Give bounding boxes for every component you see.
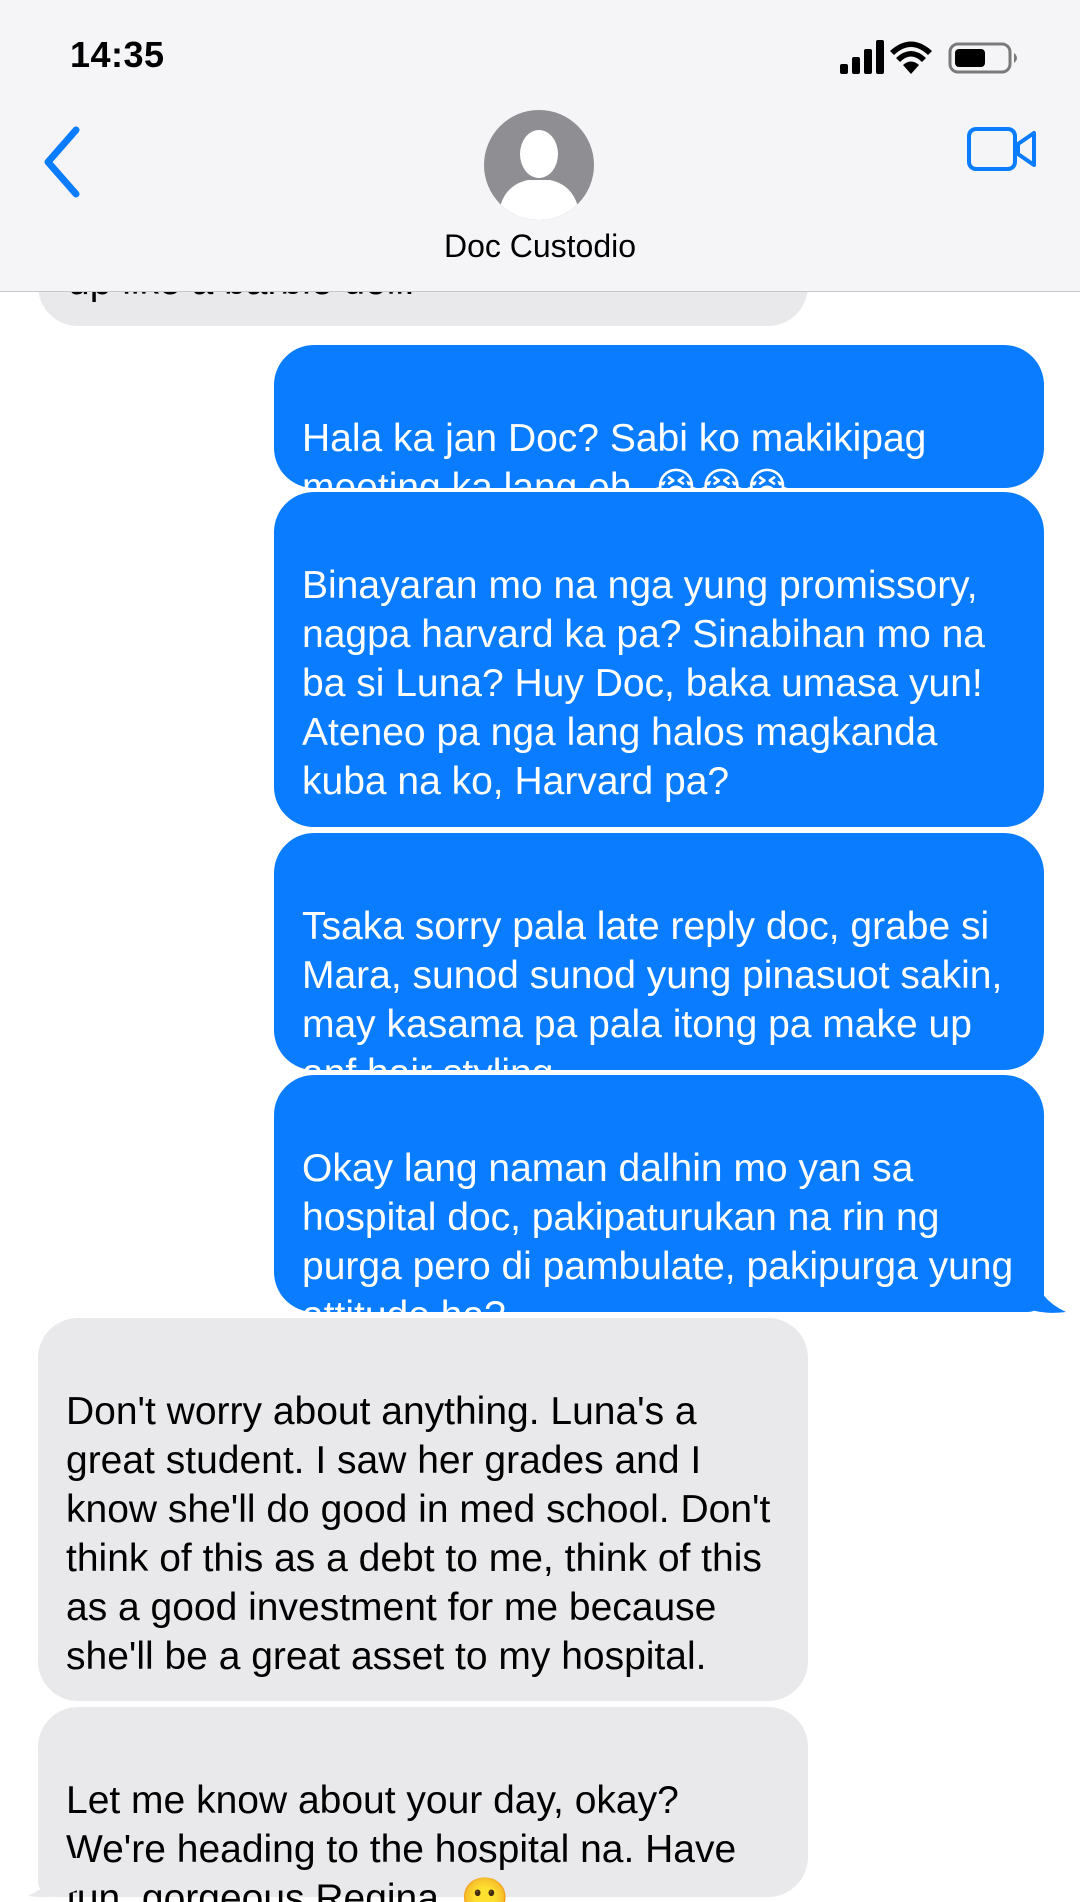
message-bubble-received[interactable]: Let me know about your day, okay? We're …	[38, 1707, 808, 1902]
message-text: Don't worry about anything. Luna's a gre…	[66, 1390, 771, 1678]
cellular-signal-icon	[840, 40, 884, 74]
message-text: Let me know about your day, okay? We're …	[66, 1779, 737, 1902]
avatar[interactable]	[484, 110, 594, 220]
battery-icon	[948, 42, 1017, 74]
bubble-tail-icon	[28, 1858, 82, 1897]
message-bubble-sent[interactable]: Binayaran mo na nga yung promissory, nag…	[274, 492, 1044, 827]
message-text: Okay lang naman dalhin mo yan sa hospita…	[302, 1147, 1014, 1337]
message-bubble-sent[interactable]: Hala ka jan Doc? Sabi ko makikipag meeti…	[274, 345, 1044, 509]
wifi-icon	[890, 41, 932, 74]
bubble-tail-icon	[1012, 1268, 1066, 1313]
contact-name[interactable]: Doc Custodio	[0, 228, 1080, 265]
messages-screen: up like a barbie doll. Hala ka jan Doc? …	[0, 0, 1080, 1902]
status-icons	[840, 38, 1030, 78]
chevron-left-icon[interactable]	[36, 122, 92, 202]
status-time: 14:35	[70, 34, 165, 75]
message-bubble-sent[interactable]: Okay lang naman dalhin mo yan sa hospita…	[274, 1075, 1044, 1337]
conversation-header: 14:35 Doc Custodio	[0, 0, 1080, 292]
message-text: Binayaran mo na nga yung promissory, nag…	[302, 564, 985, 803]
message-bubble-sent[interactable]: Tsaka sorry pala late reply doc, grabe s…	[274, 833, 1044, 1095]
video-camera-icon[interactable]	[966, 124, 1038, 174]
person-silhouette-icon	[484, 110, 594, 220]
message-text: Tsaka sorry pala late reply doc, grabe s…	[302, 905, 1003, 1095]
message-bubble-received[interactable]: Don't worry about anything. Luna's a gre…	[38, 1318, 808, 1701]
